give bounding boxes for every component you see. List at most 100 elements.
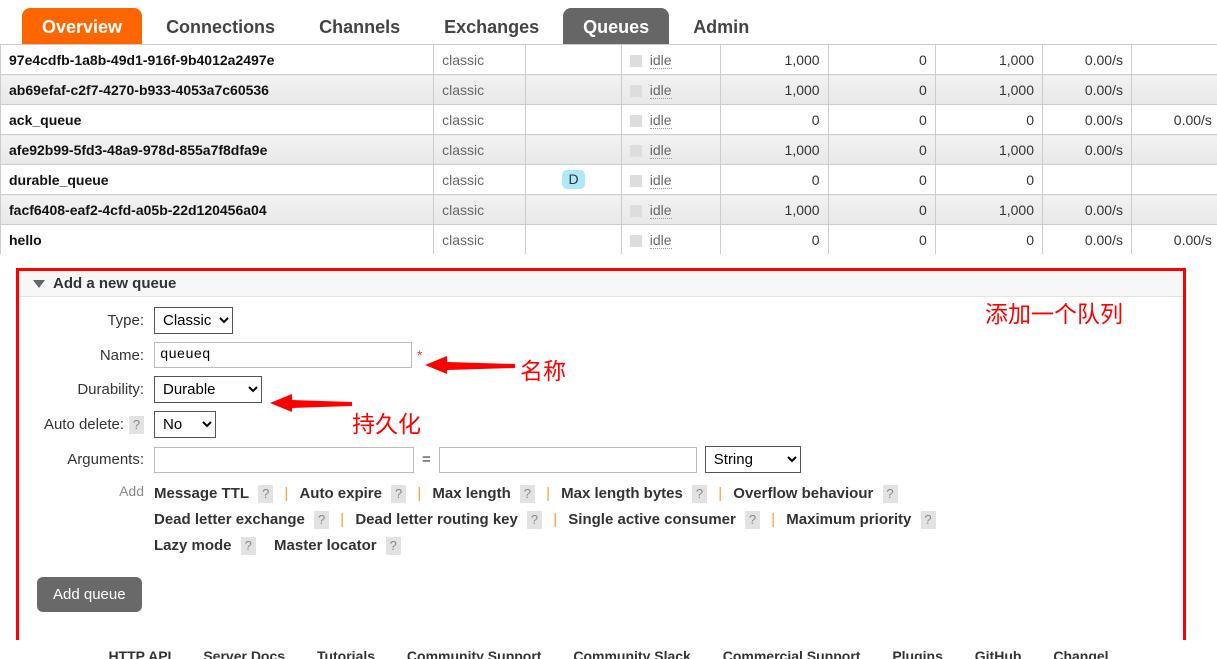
- queue-incoming: 0.00/s: [1042, 194, 1132, 225]
- queue-name[interactable]: 97e4cdfb-1a8b-49d1-916f-9b4012a2497e: [0, 44, 435, 75]
- footer-link-tutorials[interactable]: Tutorials: [317, 648, 375, 659]
- queue-unacked: 0: [827, 74, 936, 105]
- state-indicator-icon: [629, 234, 642, 247]
- overflow-behaviour-help-icon[interactable]: ?: [882, 485, 898, 504]
- queue-name[interactable]: afe92b99-5fd3-48a9-978d-855a7f8dfa9e: [0, 134, 435, 165]
- queue-name[interactable]: hello: [0, 224, 435, 254]
- link-separator: |: [718, 485, 723, 502]
- dead-letter-exchange-help-icon[interactable]: ?: [314, 511, 330, 530]
- queue-deliver-get: [1130, 164, 1217, 195]
- arg-link-dead-letter-exchange[interactable]: Dead letter exchange: [154, 511, 305, 528]
- queue-type: classic: [433, 104, 527, 135]
- arg-link-max-length[interactable]: Max length: [432, 485, 510, 502]
- maximum-priority-help-icon[interactable]: ?: [920, 511, 936, 530]
- footer-link-server-docs[interactable]: Server Docs: [203, 648, 285, 659]
- queue-total: 0: [934, 164, 1044, 195]
- argument-value-input[interactable]: [438, 446, 697, 473]
- queue-state-label[interactable]: idle: [649, 81, 672, 99]
- link-separator: |: [553, 511, 558, 528]
- durability-select[interactable]: Durable: [154, 376, 262, 403]
- queue-name[interactable]: ack_queue: [0, 104, 435, 135]
- table-row[interactable]: durable_queue classic D idle 0 0 0: [0, 164, 1217, 195]
- footer-link-plugins[interactable]: Plugins: [892, 648, 943, 659]
- state-indicator-icon: [629, 174, 642, 187]
- footer-link-changelog[interactable]: Changel: [1053, 648, 1108, 659]
- argument-type-select[interactable]: String: [704, 446, 801, 473]
- auto-delete-help-icon[interactable]: ?: [129, 415, 144, 434]
- queue-deliver-get: 0.00/s: [1130, 104, 1217, 135]
- arg-link-max-length-bytes[interactable]: Max length bytes: [561, 485, 683, 502]
- argument-links-row-1: Message TTL ? | Auto expire ? | Max leng…: [154, 481, 936, 507]
- tab-admin[interactable]: Admin: [673, 8, 769, 48]
- queue-deliver-get: [1130, 74, 1217, 105]
- queue-state-label[interactable]: idle: [649, 51, 672, 69]
- add-queue-button[interactable]: Add queue: [37, 577, 142, 612]
- queue-total: 1,000: [934, 74, 1044, 105]
- arg-link-lazy-mode[interactable]: Lazy mode: [154, 537, 232, 554]
- table-row[interactable]: afe92b99-5fd3-48a9-978d-855a7f8dfa9e cla…: [0, 134, 1217, 165]
- table-row[interactable]: facf6408-eaf2-4cfd-a05b-22d120456a04 cla…: [0, 194, 1217, 225]
- master-locator-help-icon[interactable]: ?: [385, 537, 401, 556]
- tab-exchanges[interactable]: Exchanges: [424, 8, 559, 48]
- arg-link-maximum-priority[interactable]: Maximum priority: [786, 511, 911, 528]
- footer-link-github[interactable]: GitHub: [975, 648, 1022, 659]
- footer-link-community-slack[interactable]: Community Slack: [573, 648, 690, 659]
- footer-link-community-support[interactable]: Community Support: [407, 648, 542, 659]
- queue-deliver-get: [1130, 134, 1217, 165]
- table-row[interactable]: ack_queue classic idle 0 0 0 0.00/s 0.00…: [0, 104, 1217, 135]
- queue-ready: 0: [720, 164, 829, 195]
- queue-state: idle: [620, 104, 722, 135]
- table-row[interactable]: ab69efaf-c2f7-4270-b933-4053a7c60536 cla…: [0, 74, 1217, 105]
- auto-expire-help-icon[interactable]: ?: [391, 485, 407, 504]
- max-length-bytes-help-icon[interactable]: ?: [692, 485, 708, 504]
- table-row[interactable]: hello classic idle 0 0 0 0.00/s 0.00/s 0…: [0, 224, 1217, 254]
- queue-state-label[interactable]: idle: [649, 231, 672, 249]
- arg-link-master-locator[interactable]: Master locator: [274, 537, 377, 554]
- queue-ready: 1,000: [720, 44, 829, 75]
- auto-delete-select[interactable]: No: [154, 411, 216, 438]
- collapse-triangle-icon[interactable]: [33, 279, 45, 288]
- state-indicator-icon: [629, 144, 642, 157]
- arg-link-overflow-behaviour[interactable]: Overflow behaviour: [733, 485, 873, 502]
- queue-state: idle: [620, 134, 722, 165]
- queue-state-label[interactable]: idle: [649, 111, 672, 129]
- arg-link-single-active-consumer[interactable]: Single active consumer: [568, 511, 736, 528]
- queues-table-container[interactable]: 97e4cdfb-1a8b-49d1-916f-9b4012a2497e cla…: [0, 44, 1217, 254]
- type-label: Type:: [107, 312, 144, 329]
- lazy-mode-help-icon[interactable]: ?: [240, 537, 256, 556]
- tab-queues[interactable]: Queues: [563, 8, 670, 48]
- tab-channels[interactable]: Channels: [299, 8, 420, 48]
- queue-state: idle: [620, 44, 722, 75]
- message-ttl-help-icon[interactable]: ?: [258, 485, 274, 504]
- queue-state-label[interactable]: idle: [649, 201, 672, 219]
- queue-state-label[interactable]: idle: [649, 171, 672, 189]
- argument-key-input[interactable]: [154, 446, 414, 473]
- queue-name[interactable]: durable_queue: [0, 164, 435, 195]
- arg-link-message-ttl[interactable]: Message TTL: [154, 485, 249, 502]
- single-active-consumer-help-icon[interactable]: ?: [745, 511, 761, 530]
- tab-connections[interactable]: Connections: [146, 8, 295, 48]
- max-length-help-icon[interactable]: ?: [519, 485, 535, 504]
- queue-incoming: 0.00/s: [1042, 104, 1132, 135]
- queue-incoming: 0.00/s: [1042, 74, 1132, 105]
- queue-name-input[interactable]: [154, 342, 412, 368]
- name-label: Name:: [99, 346, 144, 364]
- queue-incoming: 0.00/s: [1042, 134, 1132, 165]
- queues-table: 97e4cdfb-1a8b-49d1-916f-9b4012a2497e cla…: [0, 44, 1217, 254]
- arg-link-dead-letter-routing-key[interactable]: Dead letter routing key: [355, 511, 518, 528]
- tab-overview[interactable]: Overview: [22, 8, 143, 48]
- add-queue-section-header[interactable]: Add a new queue: [19, 271, 1183, 297]
- footer-link-http-api[interactable]: HTTP API: [108, 648, 171, 659]
- queue-total: 1,000: [934, 44, 1044, 75]
- queue-state-label[interactable]: idle: [649, 141, 672, 159]
- table-row[interactable]: 97e4cdfb-1a8b-49d1-916f-9b4012a2497e cla…: [0, 44, 1217, 75]
- queue-type-select[interactable]: Classic: [154, 307, 233, 334]
- annotation-durability: 持久化: [352, 412, 421, 438]
- queue-ready: 1,000: [720, 74, 829, 105]
- footer-link-commercial-support[interactable]: Commercial Support: [723, 648, 861, 659]
- queue-name[interactable]: ab69efaf-c2f7-4270-b933-4053a7c60536: [0, 74, 435, 105]
- form-row-durability: Durability: Durable: [19, 376, 1183, 403]
- dead-letter-routing-key-help-icon[interactable]: ?: [527, 511, 543, 530]
- arg-link-auto-expire[interactable]: Auto expire: [299, 485, 382, 502]
- queue-name[interactable]: facf6408-eaf2-4cfd-a05b-22d120456a04: [0, 194, 435, 225]
